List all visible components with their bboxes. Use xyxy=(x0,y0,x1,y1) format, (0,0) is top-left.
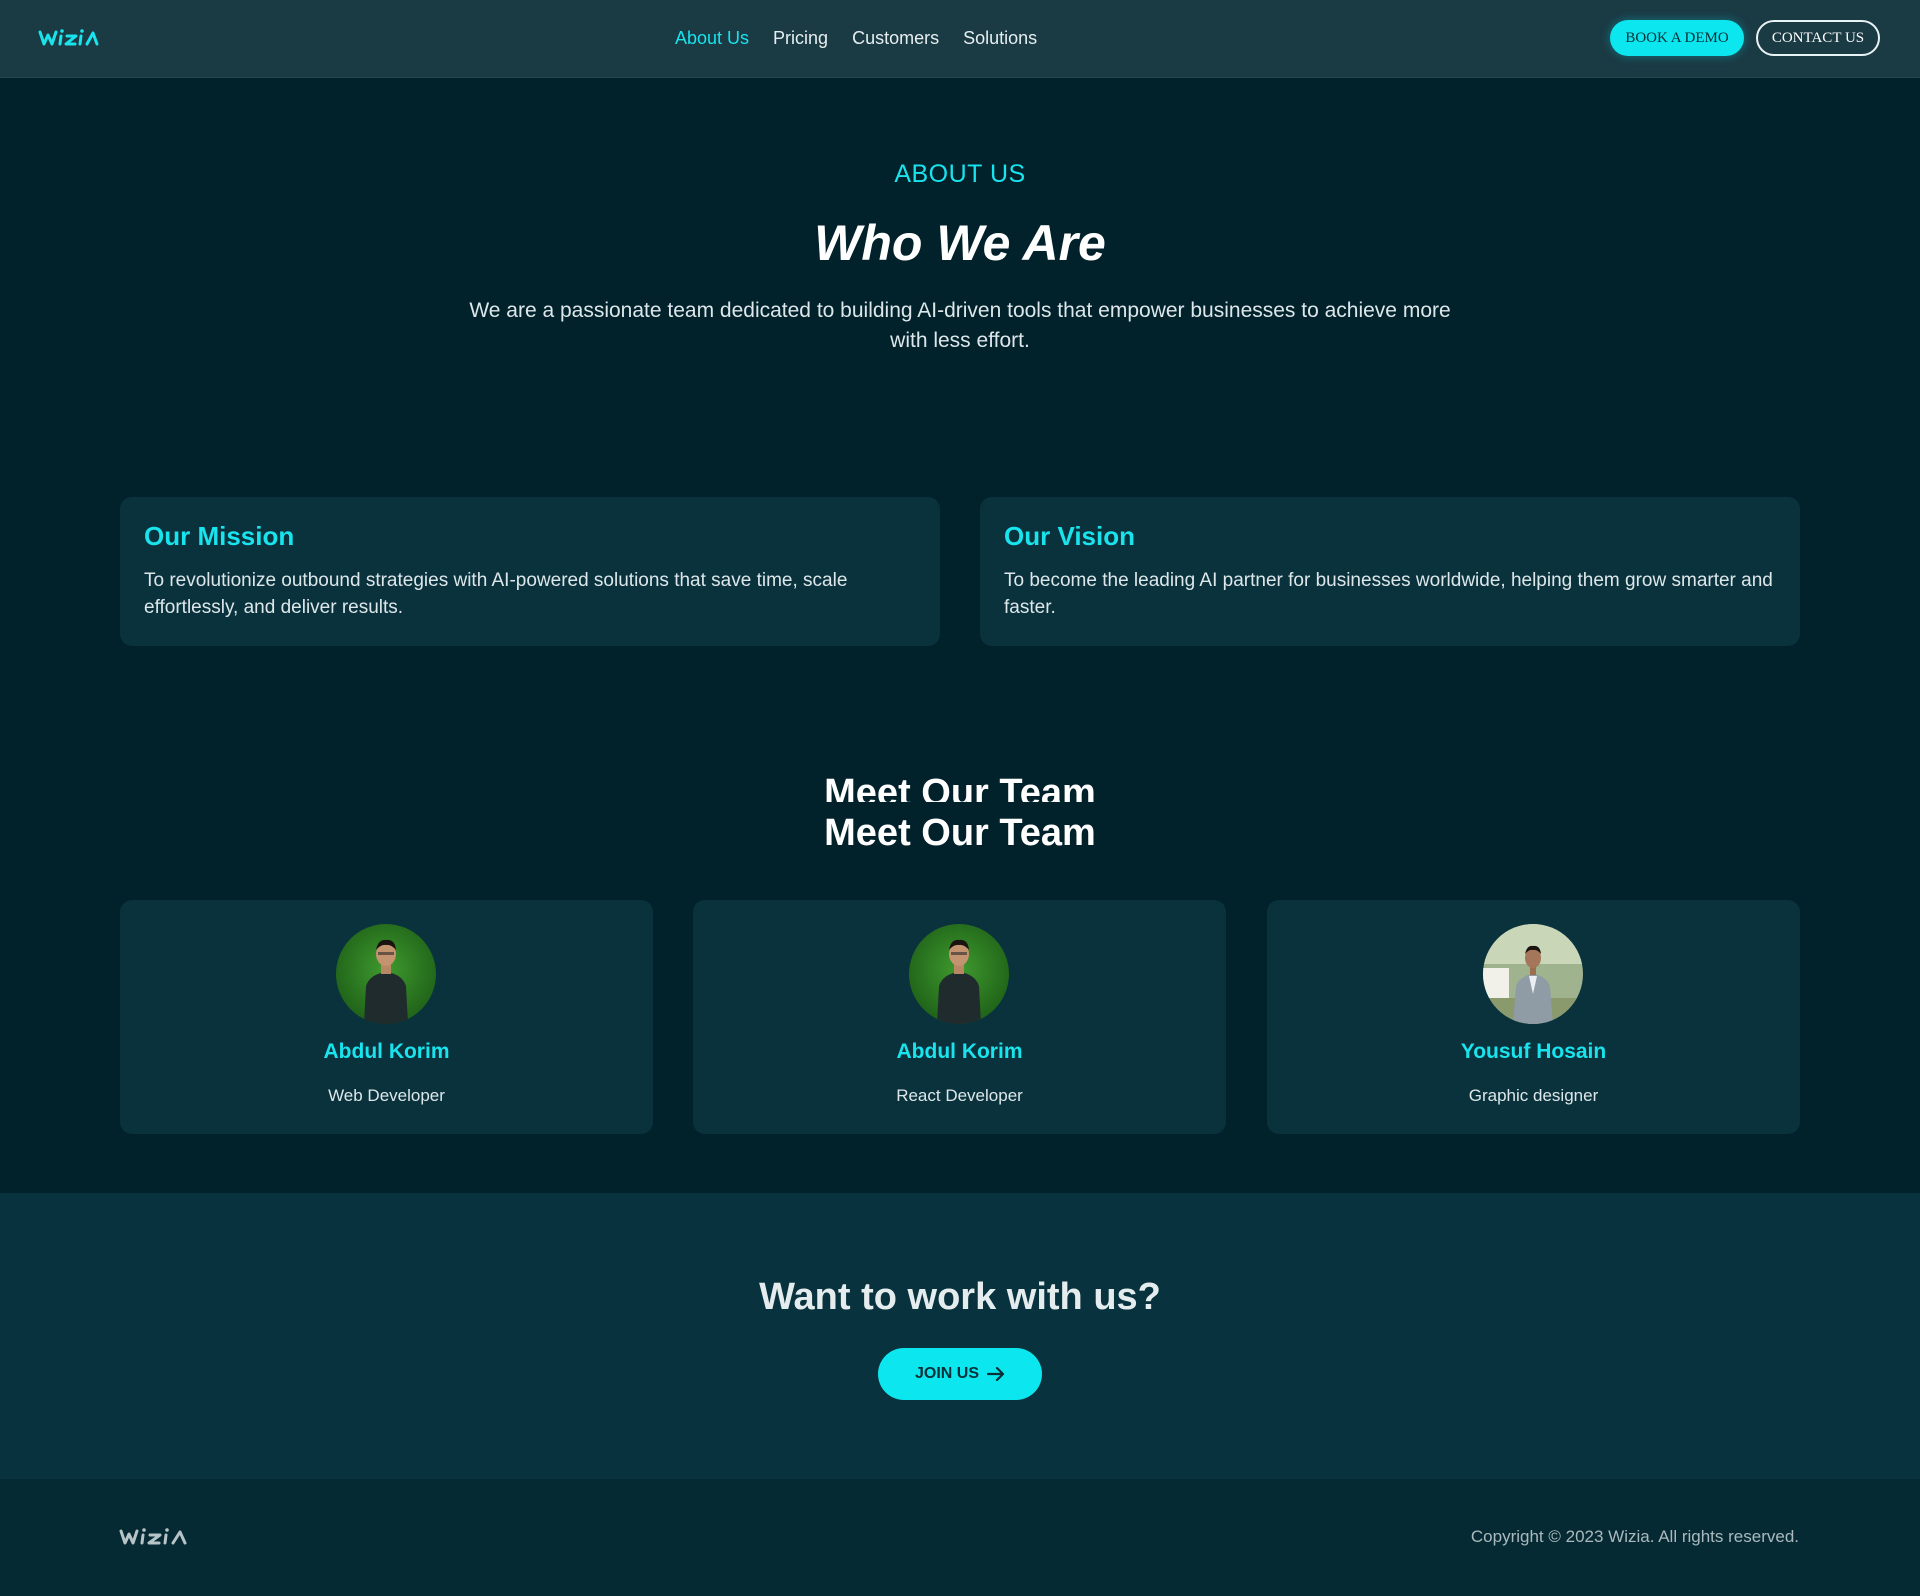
site-footer: Copyright © 2023 Wizia. All rights reser… xyxy=(0,1479,1920,1596)
site-header: About Us Pricing Customers Solutions BOO… xyxy=(0,0,1920,78)
member-role: React Developer xyxy=(896,1086,1023,1105)
team-title-duplicate: Meet Our Team xyxy=(824,772,1096,802)
main-nav: About Us Pricing Customers Solutions xyxy=(675,26,1037,50)
nav-pricing[interactable]: Pricing xyxy=(773,26,828,50)
nav-solutions[interactable]: Solutions xyxy=(963,26,1037,50)
member-avatar xyxy=(336,924,436,1024)
mission-title: Our Mission xyxy=(144,521,295,551)
nav-about-us[interactable]: About Us xyxy=(675,26,749,50)
mission-text: To revolutionize outbound strategies wit… xyxy=(144,570,848,618)
vision-text: To become the leading AI partner for bus… xyxy=(1004,570,1773,618)
nav-customers[interactable]: Customers xyxy=(852,26,939,50)
member-avatar xyxy=(1483,924,1583,1024)
member-role: Graphic designer xyxy=(1468,1086,1599,1105)
join-us-label: JOIN US xyxy=(914,1365,979,1382)
arrow-right-icon xyxy=(987,1367,1005,1381)
vision-title: Our Vision xyxy=(1004,521,1135,551)
book-demo-button[interactable]: BOOK A DEMO xyxy=(1610,20,1744,56)
contact-us-button[interactable]: CONTACT US xyxy=(1756,20,1880,56)
section-eyebrow: ABOUT US xyxy=(894,160,1026,188)
mission-card: Our Mission To revolutionize outbound st… xyxy=(120,497,940,646)
vision-card: Our Vision To become the leading AI part… xyxy=(980,497,1800,646)
member-avatar xyxy=(909,924,1009,1024)
cta-section: Want to work with us? JOIN US xyxy=(0,1193,1920,1479)
wizia-logo[interactable] xyxy=(38,26,104,50)
wizia-logo-footer[interactable] xyxy=(119,1525,193,1549)
member-name: Abdul Korim xyxy=(323,1040,450,1063)
copyright-text: Copyright © 2023 Wizia. All rights reser… xyxy=(1470,1527,1799,1546)
page-title: Who We Are xyxy=(814,215,1106,271)
member-role: Web Developer xyxy=(328,1086,445,1105)
cta-title: Want to work with us? xyxy=(759,1276,1161,1318)
member-name: Abdul Korim xyxy=(896,1040,1023,1063)
team-member-card: Abdul Korim Web Developer xyxy=(120,900,653,1134)
hero-description: We are a passionate team dedicated to bu… xyxy=(469,299,1451,352)
team-title: Meet Our Team xyxy=(824,812,1096,854)
team-member-card: Yousuf Hosain Graphic designer xyxy=(1267,900,1800,1134)
team-member-card: Abdul Korim React Developer xyxy=(693,900,1226,1134)
member-name: Yousuf Hosain xyxy=(1460,1040,1607,1063)
join-us-button[interactable]: JOIN US xyxy=(878,1348,1042,1400)
